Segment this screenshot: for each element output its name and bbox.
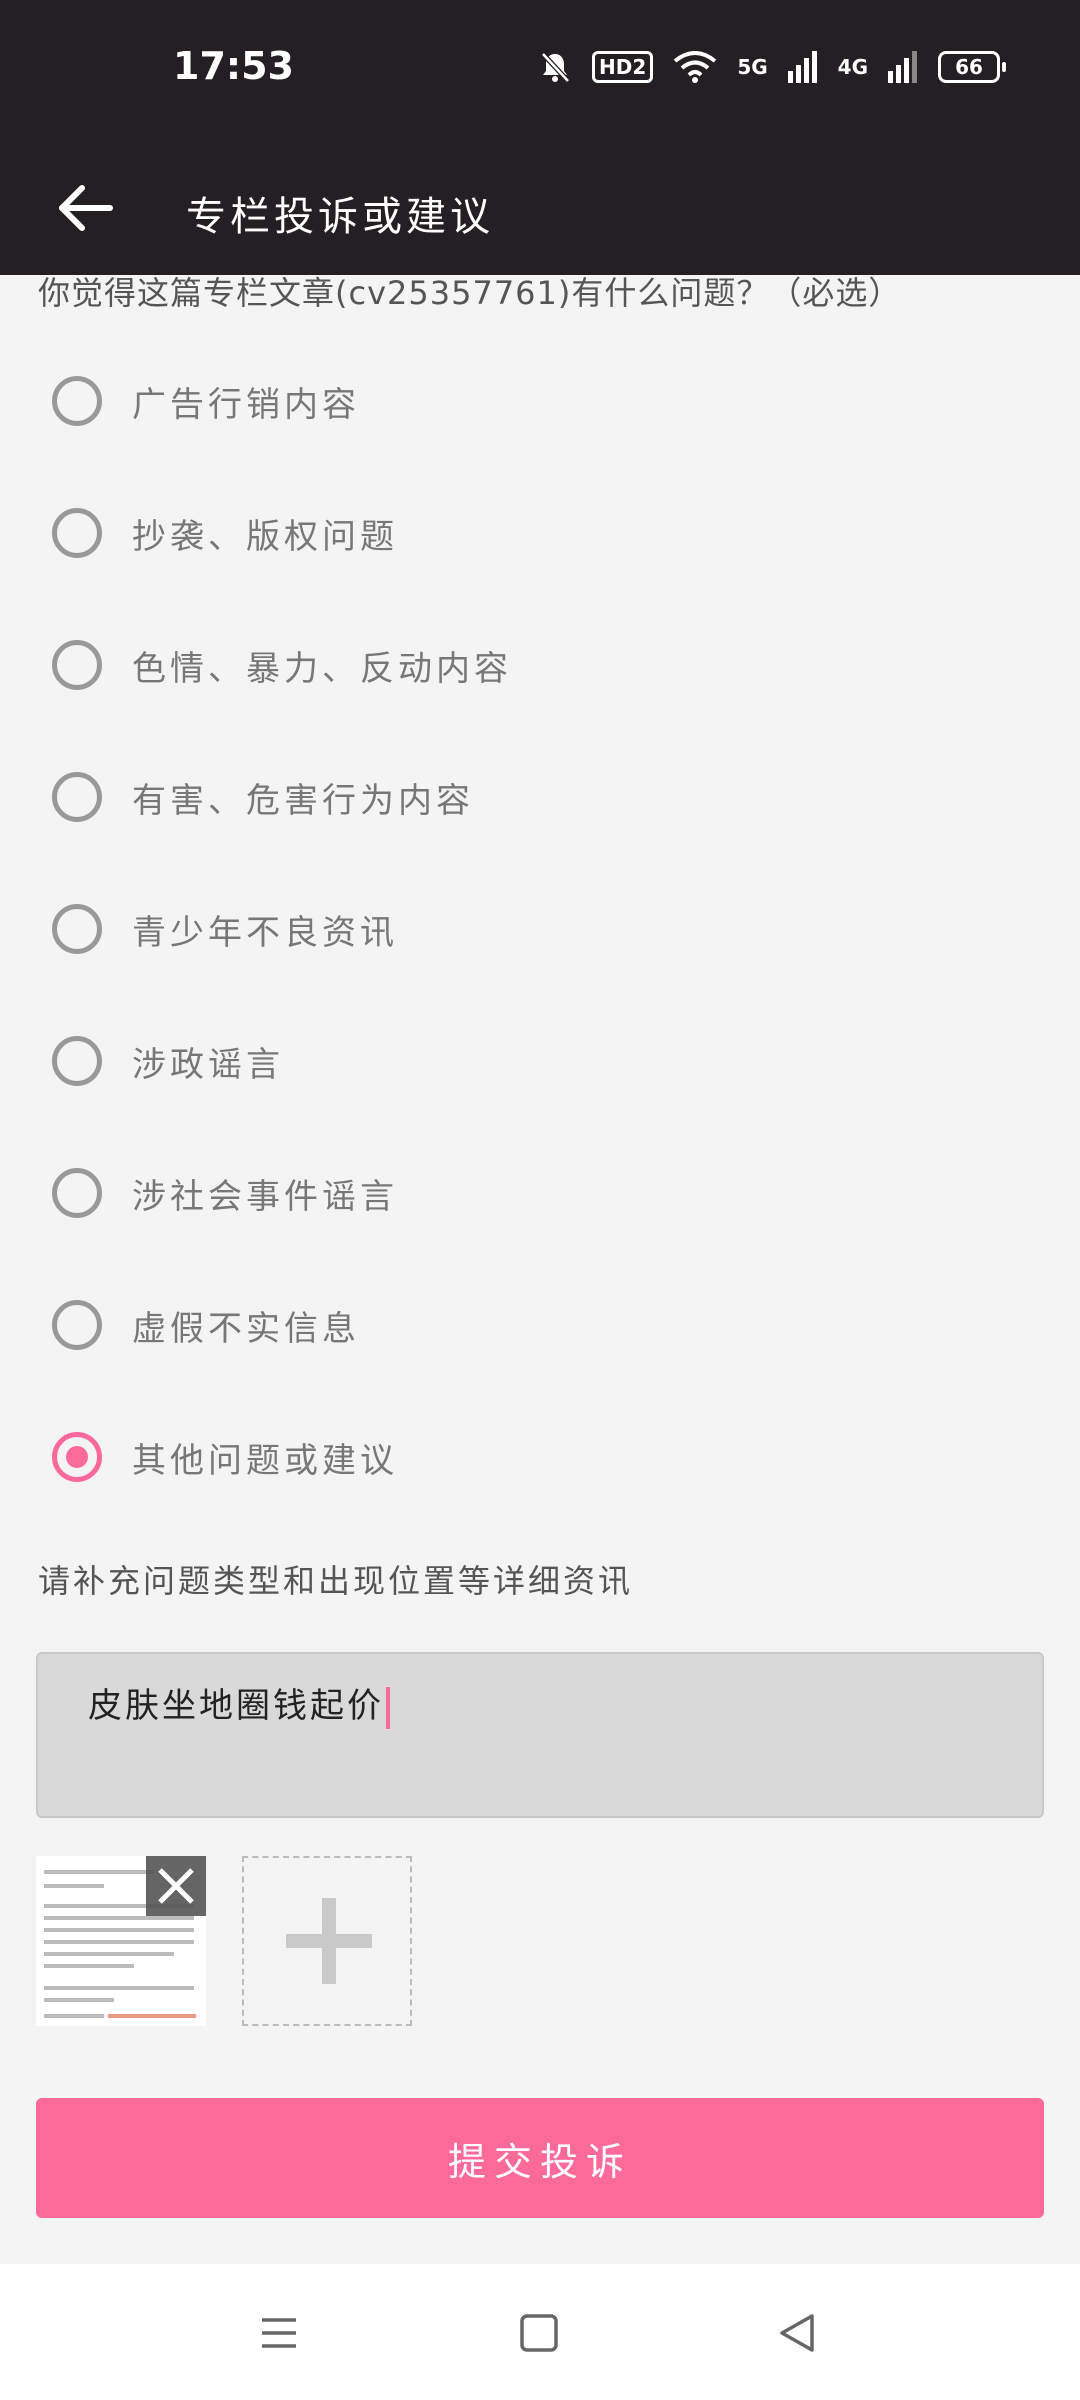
toolbar: 专栏投诉或建议 (0, 140, 1080, 275)
option-plagiarism[interactable]: 抄袭、版权问题 (52, 498, 952, 568)
question-label: 你觉得这篇专栏文章(cv25357761)有什么问题？（必选） (38, 274, 902, 312)
signal-icon (888, 51, 917, 83)
option-harmful[interactable]: 有害、危害行为内容 (52, 762, 952, 832)
status-time: 17:53 (173, 44, 294, 88)
option-label: 虚假不实信息 (132, 1308, 360, 1349)
wifi-icon (674, 51, 717, 83)
signal-icon (787, 51, 817, 83)
status-icons: HD2 5G 4G 66 (538, 50, 1006, 84)
nav-menu-button[interactable] (254, 2308, 304, 2358)
network-5g-label: 5G (737, 55, 768, 79)
add-image-button[interactable] (242, 1856, 412, 2026)
back-button[interactable] (56, 168, 136, 248)
nav-home-button[interactable] (514, 2308, 564, 2358)
option-youth[interactable]: 青少年不良资讯 (52, 894, 952, 964)
nav-back-button[interactable] (772, 2308, 822, 2358)
system-nav-bar (0, 2264, 1080, 2400)
remove-image-button[interactable] (146, 1856, 206, 1916)
radio-button[interactable] (52, 376, 102, 426)
radio-button-selected[interactable] (52, 1432, 102, 1482)
option-other[interactable]: 其他问题或建议 (52, 1422, 952, 1492)
option-label: 其他问题或建议 (132, 1440, 398, 1481)
detail-textarea[interactable]: 皮肤坐地圈钱起价 (36, 1652, 1044, 1818)
text-caret (386, 1686, 390, 1729)
triangle-back-icon (780, 2314, 814, 2352)
status-bar: 17:53 HD2 5G 4G 66 (0, 0, 1080, 140)
submit-button[interactable]: 提交投诉 (36, 2098, 1044, 2218)
radio-button[interactable] (52, 1168, 102, 1218)
menu-icon (262, 2318, 296, 2348)
radio-button[interactable] (52, 904, 102, 954)
option-label: 广告行销内容 (132, 384, 360, 425)
radio-button[interactable] (52, 1036, 102, 1086)
option-ad[interactable]: 广告行销内容 (52, 366, 952, 436)
detail-text-wrapper: 皮肤坐地圈钱起价 (88, 1678, 390, 1729)
hd-badge: HD2 (592, 51, 654, 83)
page-title: 专栏投诉或建议 (186, 194, 494, 240)
radio-button[interactable] (52, 772, 102, 822)
square-icon (520, 2314, 558, 2352)
option-label: 抄袭、版权问题 (132, 516, 398, 557)
option-porn-violence[interactable]: 色情、暴力、反动内容 (52, 630, 952, 700)
radio-button[interactable] (52, 1300, 102, 1350)
option-label: 涉政谣言 (132, 1044, 284, 1085)
option-label: 有害、危害行为内容 (132, 780, 474, 821)
option-false-info[interactable]: 虚假不实信息 (52, 1290, 952, 1360)
option-political-rumor[interactable]: 涉政谣言 (52, 1026, 952, 1096)
option-label: 色情、暴力、反动内容 (132, 648, 512, 689)
mute-bell-icon (541, 52, 570, 83)
arrow-left-icon (59, 185, 113, 231)
option-social-rumor[interactable]: 涉社会事件谣言 (52, 1158, 952, 1228)
close-icon (158, 1868, 194, 1904)
radio-button[interactable] (52, 508, 102, 558)
battery-icon: 66 (938, 51, 1006, 83)
network-4g-label: 4G (837, 55, 868, 79)
plus-icon-vertical (322, 1898, 336, 1984)
radio-button[interactable] (52, 640, 102, 690)
detail-label: 请补充问题类型和出现位置等详细资讯 (38, 1562, 634, 1600)
option-label: 青少年不良资讯 (132, 912, 398, 953)
option-label: 涉社会事件谣言 (132, 1176, 398, 1217)
detail-value: 皮肤坐地圈钱起价 (88, 1686, 384, 1726)
